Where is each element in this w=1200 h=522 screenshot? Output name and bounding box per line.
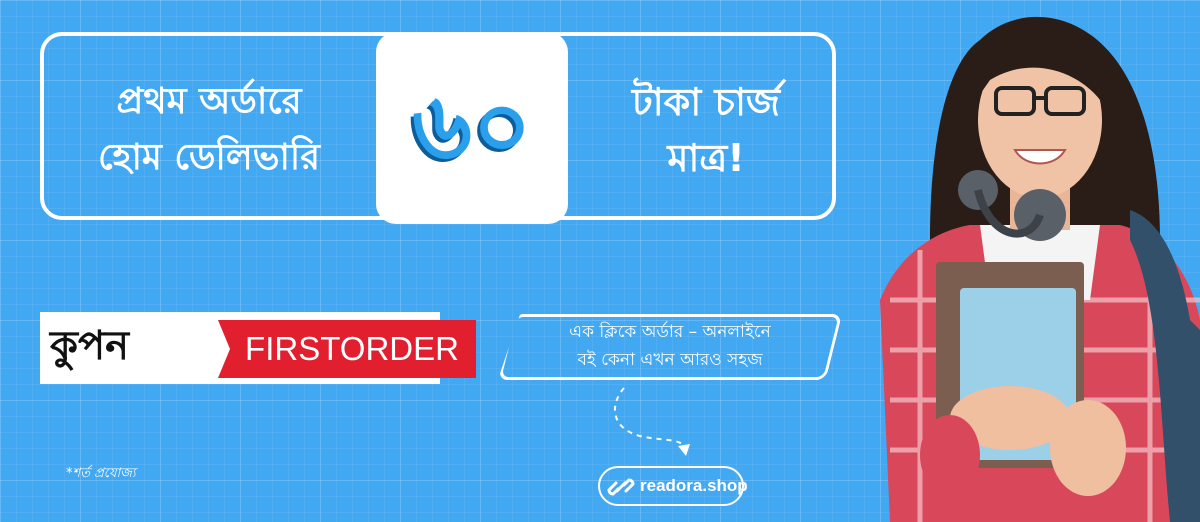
coupon-label: কুপন	[50, 323, 130, 369]
coupon-code: FIRSTORDER	[218, 320, 476, 378]
offer-right-line2: মাত্র!	[667, 136, 745, 180]
tagline-text: এক ক্লিকে অর্ডার – অনলাইনে বই কেনা এখন আ…	[506, 318, 834, 374]
offer-right-line1: টাকা চার্জ	[631, 80, 781, 124]
price-value: ৬০	[412, 73, 532, 180]
offer-right-text: টাকা চার্জ মাত্র!	[576, 74, 836, 186]
tagline-line1: এক ক্লিকে অর্ডার – অনলাইনে	[569, 322, 771, 342]
offer-left-text: প্রথম অর্ডারে হোম ডেলিভারি	[44, 74, 374, 186]
brand-name: readora.shop	[640, 476, 748, 495]
brand-logo[interactable]: readora.shop	[598, 466, 748, 506]
tagline-line2: বই কেনা এখন আরও সহজ	[577, 350, 763, 370]
price-card: ৬০	[376, 32, 568, 224]
chain-link-icon	[607, 478, 635, 496]
offer-left-line1: প্রথম অর্ডারে	[116, 81, 302, 122]
student-photo	[880, 16, 1200, 522]
coupon-box: কুপন FIRSTORDER	[40, 312, 476, 384]
terms-note: *শর্ত প্রযোজ্য	[66, 466, 136, 481]
offer-left-line2: হোম ডেলিভারি	[97, 137, 321, 178]
promo-banner: প্রথম অর্ডারে হোম ডেলিভারি ৬০ টাকা চার্জ…	[0, 0, 1200, 522]
dashed-arrow-icon	[614, 387, 690, 456]
